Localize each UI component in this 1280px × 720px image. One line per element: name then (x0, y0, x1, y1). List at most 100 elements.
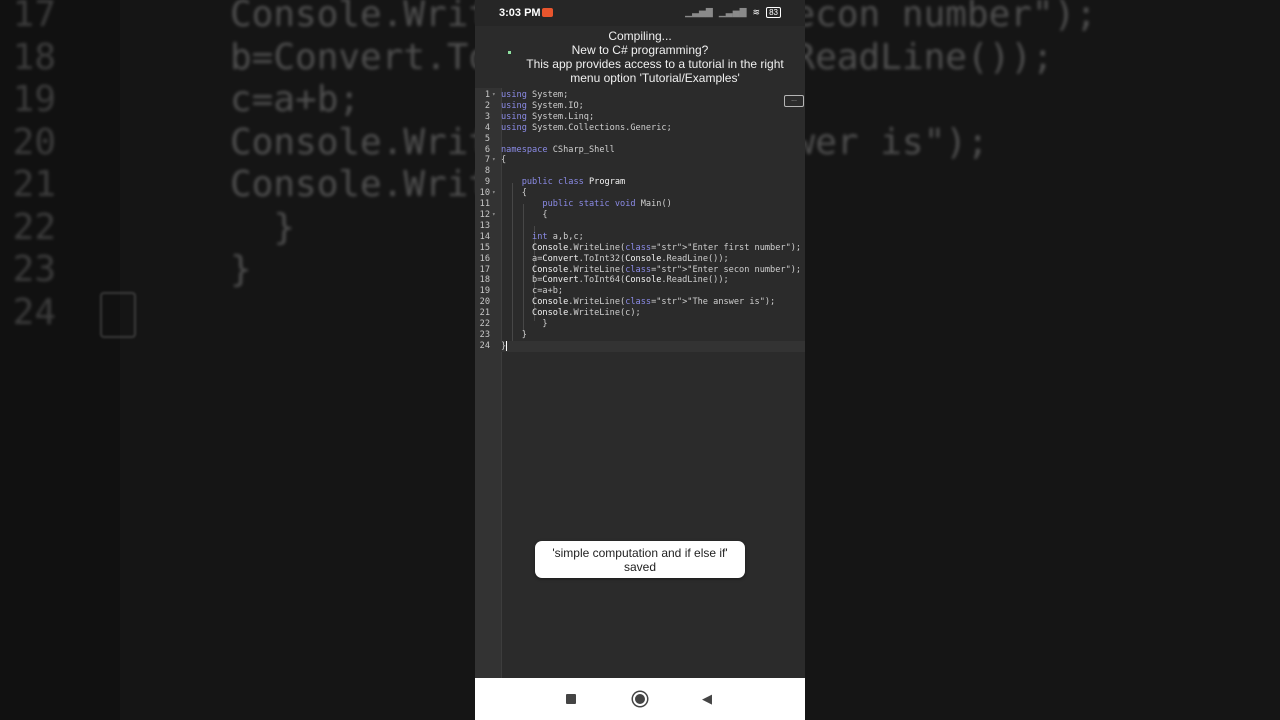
code-line[interactable]: 13 (475, 221, 805, 232)
line-number: 17 (479, 264, 490, 275)
line-number: 10 (479, 188, 490, 199)
fold-arrow-icon[interactable]: ▾ (492, 155, 496, 166)
line-number: 15 (479, 242, 490, 253)
youtube-notification-icon (542, 8, 553, 17)
battery-icon: 83 (766, 7, 781, 18)
background-line-number: 23 (12, 249, 56, 290)
line-number: 24 (479, 340, 490, 351)
line-code: int a,b,c; (532, 231, 584, 242)
back-icon[interactable]: ◀ (698, 690, 716, 708)
line-number: 5 (484, 133, 490, 144)
code-line[interactable]: 2 using System.IO; (475, 101, 805, 112)
background-line-code: } (230, 206, 296, 248)
line-number: 9 (484, 177, 490, 188)
background-line-number: 21 (12, 164, 56, 205)
recent-apps-icon[interactable] (562, 690, 580, 708)
code-line[interactable]: 17 Console.WriteLine(class="str">"Enter … (475, 265, 805, 276)
line-number: 13 (479, 220, 490, 231)
line-number: 22 (479, 319, 490, 330)
background-line-number: 18 (12, 36, 56, 78)
line-code: { (501, 209, 548, 220)
line-code: } (501, 340, 508, 352)
wifi-icon: ≋ (752, 7, 761, 17)
line-number: 16 (479, 253, 490, 264)
status-bar: 3:03 PM ▁▃▅▇ ▁▃▅▇ ≋ 83 (475, 0, 805, 26)
background-line-number: 19 (12, 79, 56, 120)
line-code: using System.Collections.Generic; (501, 122, 672, 133)
home-icon[interactable] (631, 690, 649, 708)
line-number: 23 (479, 329, 490, 340)
line-code: Console.WriteLine(class="str">"Enter fir… (532, 242, 802, 253)
code-line[interactable]: 14 int a,b,c; (475, 232, 805, 243)
line-code: Console.WriteLine(class="str">"Enter sec… (532, 264, 802, 275)
text-cursor (506, 340, 508, 351)
line-code: b=Convert.ToInt64(Console.ReadLine()); (501, 275, 729, 286)
background-line-code: c=a+b; (230, 79, 361, 120)
line-code: public class Program (521, 177, 626, 188)
code-line[interactable]: 6 namespace CSharp_Shell (475, 145, 805, 156)
background-line-number: 24 (12, 291, 56, 333)
status-time: 3:03 PM (499, 7, 541, 19)
background-line-code: } (230, 249, 252, 290)
phone-screen: 3:03 PM ▁▃▅▇ ▁▃▅▇ ≋ 83 Compiling... New … (475, 0, 805, 720)
code-line[interactable]: 3 using System.Linq; (475, 112, 805, 123)
background-line-number: 17 (12, 0, 56, 35)
code-line[interactable]: 22 } (475, 319, 805, 330)
code-line[interactable]: 23 } (475, 330, 805, 341)
code-line[interactable]: 19 c=a+b; (475, 286, 805, 297)
fold-arrow-icon[interactable]: ▾ (492, 210, 496, 221)
code-editor[interactable]: 1 ▾ using System; 2 using System.IO; 3 using S… (475, 88, 805, 678)
line-code: namespace CSharp_Shell (501, 144, 615, 155)
tutorial-hint: This app provides access to a tutorial i… (526, 57, 784, 85)
code-line[interactable]: 21 Console.WriteLine(c); (475, 308, 805, 319)
code-line[interactable]: 11 public static void Main() (475, 199, 805, 210)
background-line-number: 20 (12, 121, 56, 163)
code-line[interactable]: 8 (475, 166, 805, 177)
code-line[interactable]: 1 ▾ using System; (475, 90, 805, 101)
line-code: { (501, 155, 507, 166)
line-code: a=Convert.ToInt32(Console.ReadLine()); (501, 253, 729, 264)
signal-icon-2: ▁▃▅▇ (718, 7, 747, 17)
line-code: Console.WriteLine(class="str">"The answe… (532, 297, 776, 308)
fold-arrow-icon[interactable]: ▾ (492, 90, 496, 101)
line-number: 12 (479, 209, 490, 220)
line-number: 2 (484, 100, 490, 111)
line-number: 8 (484, 166, 490, 177)
code-line[interactable]: 9 public class Program (475, 177, 805, 188)
code-line[interactable]: 4 using System.Collections.Generic; (475, 123, 805, 134)
line-code: using System; (501, 90, 569, 100)
code-lines: 1 ▾ using System; 2 using System.IO; 3 using S… (475, 90, 805, 352)
line-number: 7 (484, 155, 490, 166)
line-number: 1 (484, 90, 490, 100)
line-code: c=a+b; (501, 286, 564, 297)
code-line[interactable]: 10 ▾ { (475, 188, 805, 199)
signal-icon: ▁▃▅▇ (685, 7, 713, 17)
line-code: { (501, 188, 527, 199)
line-number: 11 (479, 199, 490, 210)
background-line-number: 22 (12, 206, 56, 248)
code-line[interactable]: 5 (475, 134, 805, 145)
line-number: 14 (479, 231, 490, 242)
line-number: 20 (479, 297, 490, 308)
code-line[interactable]: 16 a=Convert.ToInt32(Console.ReadLine())… (475, 254, 805, 265)
navigation-bar: ◀ (475, 678, 805, 720)
line-code: using System.Linq; (501, 111, 595, 122)
code-line[interactable]: 7 ▾ { (475, 155, 805, 166)
line-code: } (501, 329, 527, 340)
code-line[interactable]: 18 b=Convert.ToInt64(Console.ReadLine())… (475, 275, 805, 286)
code-line[interactable]: 15 Console.WriteLine(class="str">"Enter … (475, 243, 805, 254)
compile-header: Compiling... New to C# programming? This… (475, 26, 805, 88)
line-number: 6 (484, 144, 490, 155)
compiling-status: Compiling... (608, 29, 672, 43)
more-menu-button[interactable]: ... (784, 95, 804, 107)
code-line[interactable]: 20 Console.WriteLine(class="str">"The an… (475, 297, 805, 308)
code-line[interactable]: 24} (475, 340, 805, 352)
line-code: Console.WriteLine(c); (532, 308, 641, 319)
line-number: 19 (479, 286, 490, 297)
line-number: 3 (484, 111, 490, 122)
fold-arrow-icon[interactable]: ▾ (492, 188, 496, 199)
line-number: 21 (479, 308, 490, 319)
line-code: using System.IO; (501, 100, 584, 111)
toast-text: 'simple computation and if else if' save… (552, 546, 728, 574)
code-line[interactable]: 12 ▾ { (475, 210, 805, 221)
